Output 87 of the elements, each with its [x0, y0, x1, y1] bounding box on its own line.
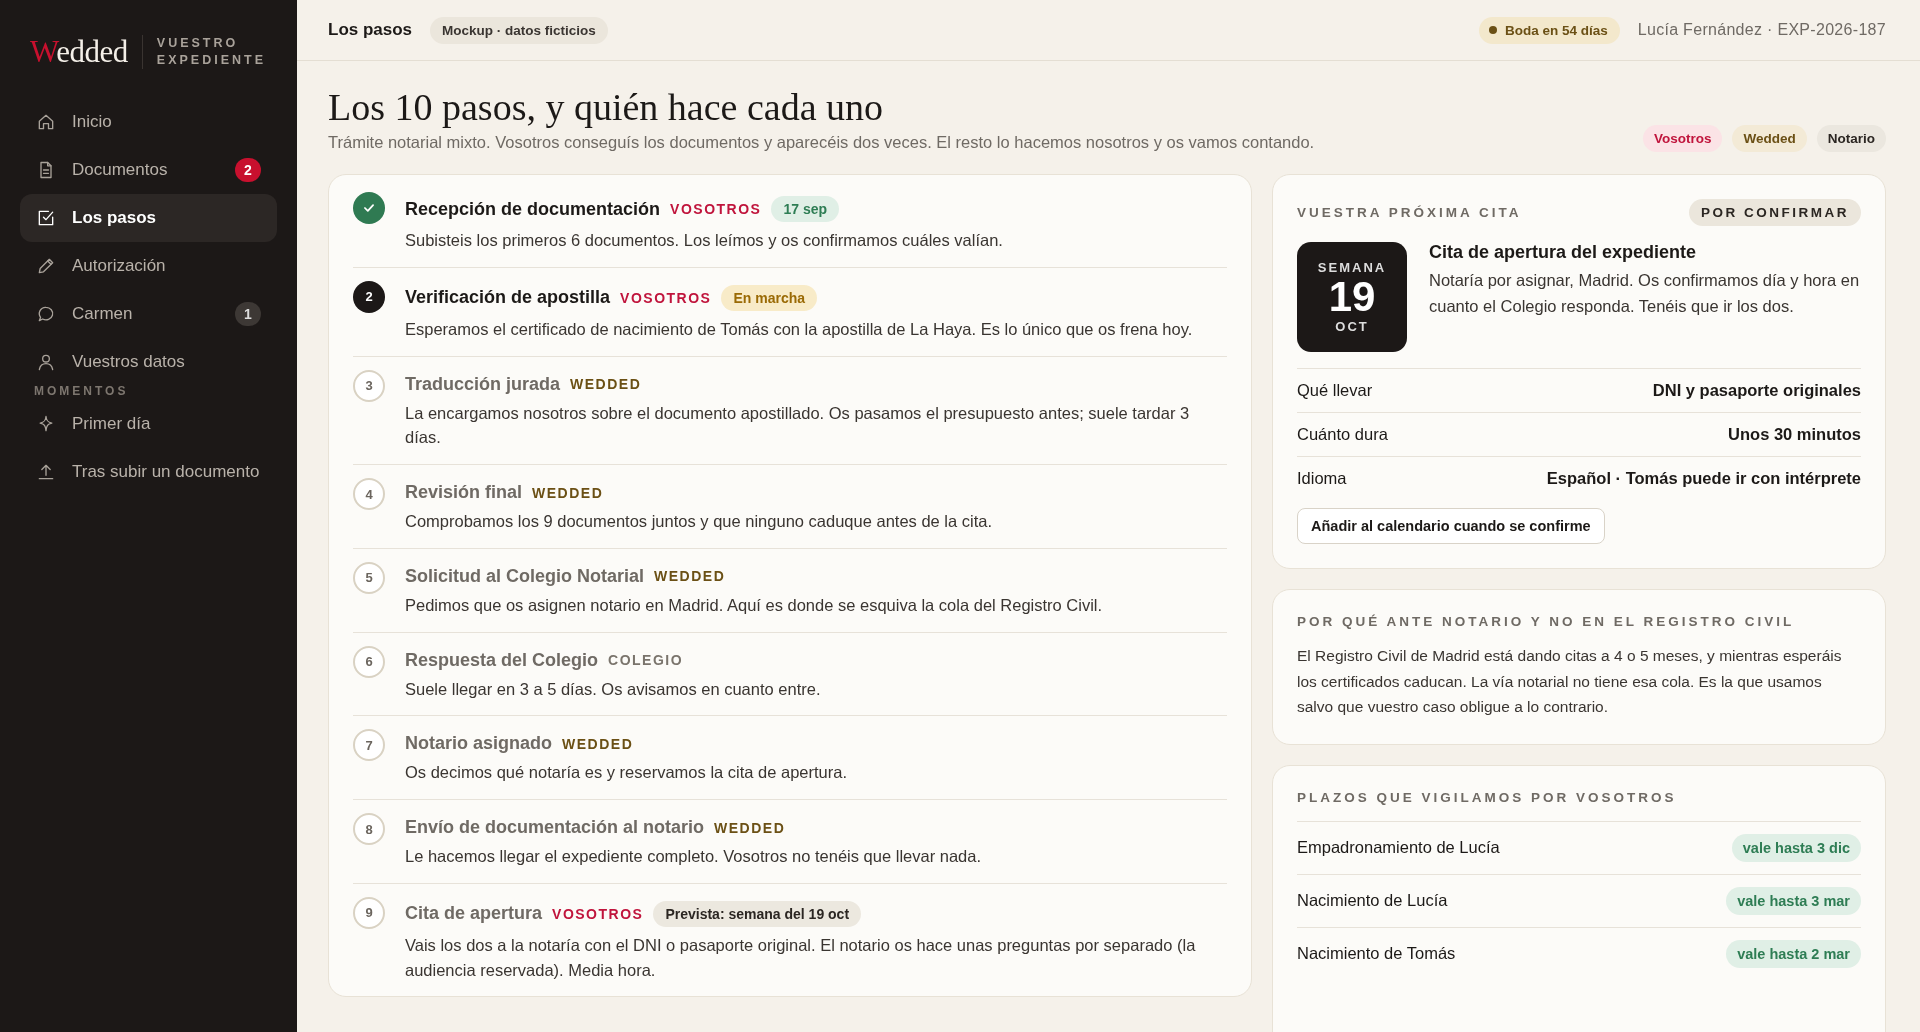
step-title: Traducción jurada	[405, 373, 561, 395]
nav-item[interactable]: Primer día	[20, 400, 277, 448]
date-tile: SEMANA 19 OCT	[1297, 242, 1407, 352]
appointment-description: Notaría por asignar, Madrid. Os confirmamos día y hora en cuanto el Colegio responda. Tenéis que ir los dos.	[1429, 270, 1861, 318]
actor-label: WEDDED	[570, 376, 642, 392]
actor-label: WEDDED	[714, 819, 786, 836]
detail-label: Cuánto dura	[1297, 425, 1388, 444]
step-number: 3	[353, 369, 385, 402]
logo: Wedded	[30, 34, 128, 70]
step-description: Pedimos que os asignen notario en Madrid. Aquí es donde se esquiva la cola del Registro Civil.	[405, 594, 1104, 616]
step-title: Revisión final	[405, 482, 523, 503]
step-description: Suele llegar en 3 a 5 días. Os avisamos en cuanto entre.	[405, 678, 822, 700]
step-description: Vais los dos a la notaría con el DNI o pasaporte original. El notario os hace unas preguntas por separado (la audiencia reservada). Media hora.	[405, 934, 1197, 981]
heading: Los 10 pasos, y quién hace cada uno	[328, 85, 885, 129]
step-description: Comprobamos los 9 documentos juntos y que ninguno caduque antes de la cita.	[405, 511, 994, 532]
page-title: Los pasos	[328, 20, 413, 40]
step-title: Envío de documentación al notario	[405, 817, 705, 838]
step-description: Os decimos qué notaría es y reservamos la cita de apertura.	[405, 762, 849, 784]
detail-value: DNI y pasaporte originales	[1652, 381, 1861, 400]
detail-value: Unos 30 minutos	[1728, 425, 1861, 444]
chat-bubble-icon	[36, 304, 56, 324]
actor-label: VOSOTROS	[620, 289, 712, 306]
card-title: POR QUÉ ANTE NOTARIO Y NO EN EL REGISTRO CIVIL	[1297, 614, 1796, 629]
home-icon	[36, 112, 56, 132]
step-description: La encargamos nosotros sobre el documento apostillado. Os pasamos el presupuesto antes; suele tardar 3 días.	[405, 402, 1191, 449]
step-number: 4	[353, 478, 385, 510]
legend-chip: Wedded	[1732, 125, 1807, 152]
validity-badge: vale hasta 3 mar	[1726, 886, 1861, 915]
step-title: Verificación de apostilla	[405, 287, 611, 309]
mockup-badge: Mockup · datos ficticios	[430, 16, 608, 44]
actor-label: VOSOTROS	[552, 905, 644, 922]
status-badge: POR CONFIRMAR	[1689, 199, 1861, 226]
legend-chip: Notario	[1816, 125, 1886, 152]
actor-label: COLEGIO	[608, 652, 684, 668]
card-title: PLAZOS QUE VIGILAMOS POR VOSOTROS	[1297, 789, 1678, 805]
step-title: Cita de apertura	[405, 903, 543, 925]
add-to-calendar-button[interactable]: Añadir al calendario cuando se confirme	[1297, 508, 1605, 544]
document-name: Nacimiento de Lucía	[1297, 891, 1448, 911]
count-badge: 1	[235, 302, 261, 326]
actor-label: WEDDED	[532, 484, 604, 501]
logo-subtitle: VUESTRO EXPEDIENTE	[156, 35, 267, 69]
actor-label: WEDDED	[562, 735, 634, 752]
step-number: 5	[353, 561, 385, 594]
countdown-badge: Boda en 54 días	[1478, 16, 1620, 44]
step-number: 7	[353, 729, 385, 762]
step-number: 9	[353, 896, 385, 929]
validity-badge: vale hasta 2 mar	[1726, 939, 1861, 968]
checkbox-icon	[36, 208, 56, 228]
subheading: Trámite notarial mixto. Vosotros conseguís los documentos y aparecéis dos veces. El resto lo hacemos nosotros y os vamos contando.	[328, 133, 1315, 152]
step-number: 2	[353, 280, 385, 313]
nav-item[interactable]: Inicio	[20, 98, 277, 146]
detail-value: Español · Tomás puede ir con intérprete	[1546, 469, 1861, 488]
nav-item[interactable]: Documentos 2	[20, 146, 277, 194]
document-name: Empadronamiento de Lucía	[1297, 838, 1500, 858]
step-description: Le hacemos llegar el expediente completo. Vosotros no tenéis que llevar nada.	[405, 846, 983, 867]
detail-label: Idioma	[1297, 469, 1347, 488]
detail-label: Qué llevar	[1297, 381, 1373, 400]
card-title: VUESTRA PRÓXIMA CITA	[1297, 205, 1522, 220]
pencil-icon	[36, 256, 56, 276]
step-description: Esperamos el certificado de nacimiento de Tomás con la apostilla de La Haya. Es lo único que os frena hoy.	[405, 318, 1194, 340]
status-tag: 17 sep	[771, 196, 839, 222]
step-description: Subisteis los primeros 6 documentos. Los leímos y os confirmamos cuáles valían.	[405, 230, 1004, 251]
nav-item[interactable]: Los pasos	[20, 194, 277, 242]
document-name: Nacimiento de Tomás	[1297, 944, 1456, 964]
status-tag: Prevista: semana del 19 oct	[653, 900, 862, 927]
section-title: MOMENTOS	[33, 384, 130, 398]
nav-item[interactable]: Autorización	[20, 242, 277, 290]
step-number: 8	[353, 813, 385, 845]
step-title: Solicitud al Colegio Notarial	[405, 565, 645, 587]
nav-item[interactable]: Vuestros datos	[20, 338, 277, 386]
status-tag: En marcha	[721, 284, 818, 311]
step-number: 6	[353, 645, 385, 678]
actor-label: WEDDED	[654, 568, 726, 585]
step-title: Notario asignado	[405, 733, 552, 755]
step-title: Recepción de documentación	[405, 198, 661, 220]
appointment-title: Cita de apertura del expediente	[1429, 242, 1698, 263]
validity-badge: vale hasta 3 dic	[1731, 833, 1861, 862]
case-reference: Lucía Fernández · EXP-2026-187	[1637, 21, 1886, 39]
person-icon	[36, 352, 56, 372]
nav-item[interactable]: Tras subir un documento	[20, 448, 277, 496]
count-badge: 2	[235, 158, 261, 182]
actor-label: VOSOTROS	[670, 201, 762, 217]
upload-icon	[36, 462, 56, 482]
info-text: El Registro Civil de Madrid está dando citas a 4 o 5 meses, y mientras esperáis los certificados caducan. La vía notarial no tiene esa cola. Es la que usamos salvo que vuestro caso obligue a lo contrario.	[1297, 646, 1843, 718]
legend-chip: Vosotros	[1642, 125, 1723, 152]
step-title: Respuesta del Colegio	[405, 649, 599, 671]
nav-item[interactable]: Carmen 1	[20, 290, 277, 338]
